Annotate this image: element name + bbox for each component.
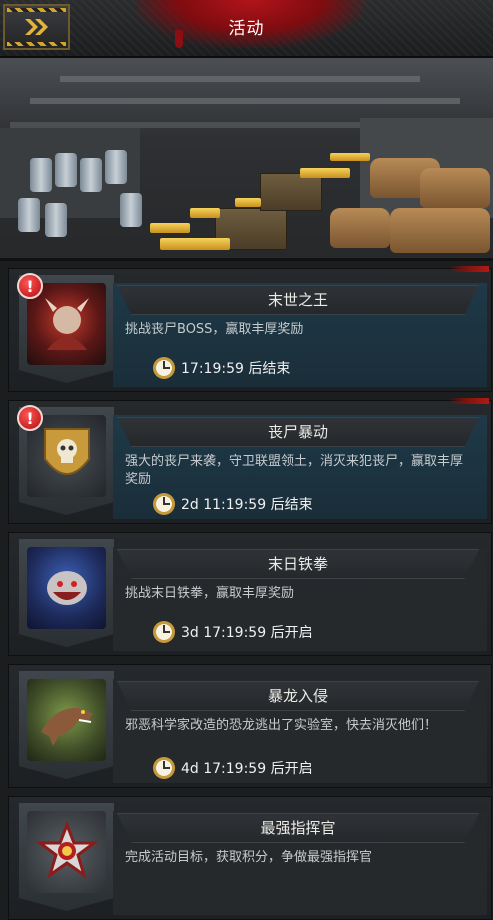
event-description: 挑战末日铁拳，赢取丰厚奖励 [125,586,295,601]
event-card[interactable]: 最强指挥官 完成活动目标，获取积分，争做最强指挥官 [8,796,492,920]
event-body: 最强指挥官 完成活动目标，获取积分，争做最强指挥官 [113,811,487,915]
stopwatch-icon [153,357,175,379]
timer-text: 4d 17:19:59 后开启 [181,761,313,777]
page-title: 活动 [228,19,265,39]
timer-text: 3d 17:19:59 后开启 [181,625,313,641]
event-timer: 2d 11:19:59 后结束 [153,491,313,517]
event-name: 末日铁拳 [117,549,479,579]
event-timer: 17:19:59 后结束 [153,355,290,381]
event-name: 丧尸暴动 [117,417,479,447]
stopwatch-icon [153,621,175,643]
stopwatch-icon [153,493,175,515]
event-description: 强大的丧尸来袭，守卫联盟领土，消灭来犯丧尸，赢取丰厚奖励 [125,454,464,487]
trex-portrait-icon [27,679,106,761]
event-timer: 4d 17:19:59 后开启 [153,755,313,781]
event-timer: 3d 17:19:59 后开启 [153,619,313,645]
commander-medal-emblem-icon [27,811,106,893]
event-card[interactable]: ! 末世之王 挑战丧尸BOSS，赢取丰厚奖励 17:19:59 后结束 [8,266,492,392]
event-thumbnail-frame [19,803,114,911]
stopwatch-icon [153,757,175,779]
event-body: 末世之王 挑战丧尸BOSS，赢取丰厚奖励 17:19:59 后结束 [113,283,487,387]
event-banner-image [0,58,493,261]
event-card[interactable]: 暴龙入侵 邪恶科学家改造的恐龙逃出了实验室，快去消灭他们！ 4d 17:19:5… [8,664,492,788]
timer-text: 17:19:59 后结束 [181,361,291,377]
event-name: 末世之王 [117,285,479,315]
event-card[interactable]: ! 丧尸暴动 强大的丧尸来袭，守卫联盟领土，消灭来犯丧尸，赢取丰厚奖励 2d 1… [8,398,492,524]
event-body: 末日铁拳 挑战末日铁拳，赢取丰厚奖励 3d 17:19:59 后开启 [113,547,487,651]
alert-badge: ! [17,405,43,431]
mutant-beast-portrait-icon [27,547,106,629]
event-thumbnail-frame [19,671,114,779]
event-body: 丧尸暴动 强大的丧尸来袭，守卫联盟领土，消灭来犯丧尸，赢取丰厚奖励 2d 11:… [113,415,487,519]
event-body: 暴龙入侵 邪恶科学家改造的恐龙逃出了实验室，快去消灭他们！ 4d 17:19:5… [113,679,487,783]
alert-badge: ! [17,273,43,299]
corner-decoration [449,398,489,404]
top-bar: 活动 [0,0,493,58]
event-name: 最强指挥官 [117,813,479,843]
event-description: 邪恶科学家改造的恐龙逃出了实验室，快去消灭他们！ [125,718,438,733]
timer-text: 2d 11:19:59 后结束 [181,497,313,513]
event-description: 挑战丧尸BOSS，赢取丰厚奖励 [125,322,304,337]
event-thumbnail-frame [19,539,114,647]
event-card[interactable]: 末日铁拳 挑战末日铁拳，赢取丰厚奖励 3d 17:19:59 后开启 [8,532,492,656]
corner-decoration [449,266,489,272]
event-description: 完成活动目标，获取积分，争做最强指挥官 [125,850,373,865]
event-name: 暴龙入侵 [117,681,479,711]
